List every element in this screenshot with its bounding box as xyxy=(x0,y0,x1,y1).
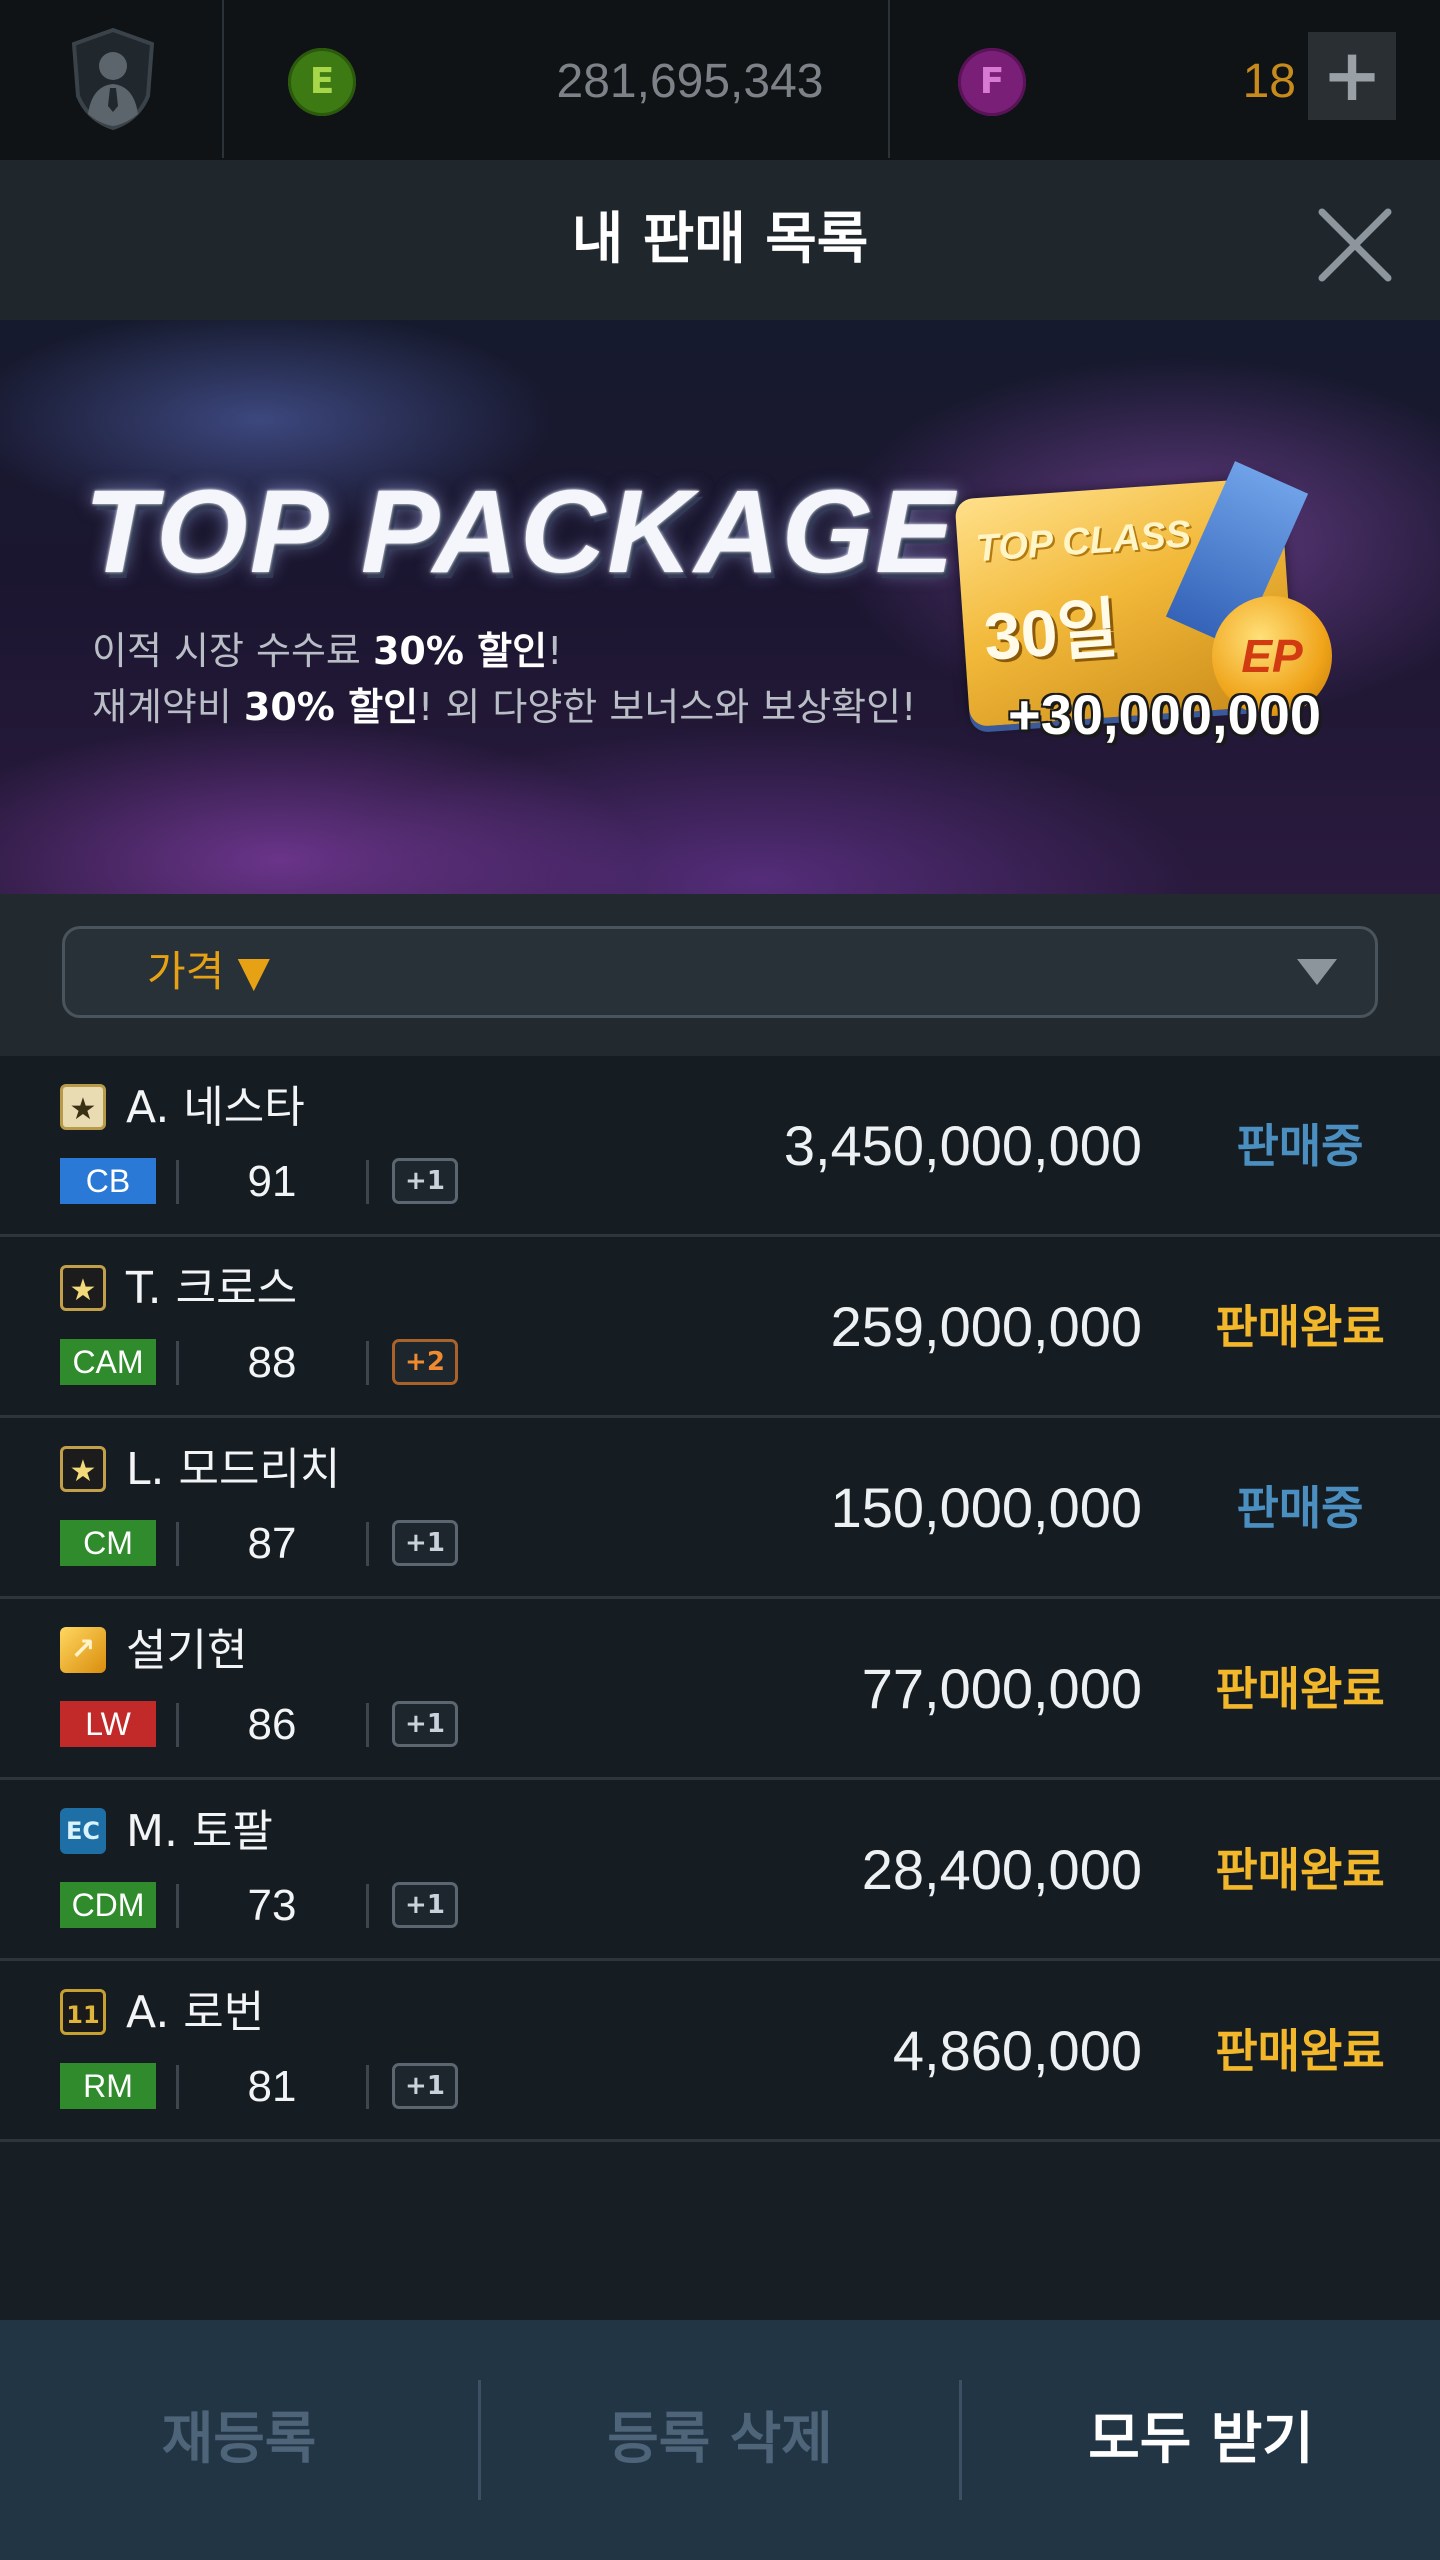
player-ovr: 86 xyxy=(247,1700,297,1749)
manager-silhouette-icon xyxy=(71,27,155,131)
player-ovr: 91 xyxy=(247,1157,297,1206)
season-11-grade-icon: 11 xyxy=(60,1989,106,2035)
sort-dropdown[interactable]: 가격 ▼ xyxy=(62,926,1378,1018)
status-badge: 판매완료 xyxy=(1215,1662,1385,1716)
title-bar: 내 판매 목록 xyxy=(0,160,1440,320)
enhance-level-badge: +1 xyxy=(392,1520,458,1566)
status-badge: 판매완료 xyxy=(1215,1300,1385,1354)
banner-title: TOP PACKAGE xyxy=(84,466,957,598)
position-badge: CB xyxy=(60,1158,156,1204)
player-name: 설기현 xyxy=(126,1625,248,1676)
position-badge: RM xyxy=(60,2063,156,2109)
enhance-level-badge: +1 xyxy=(392,1882,458,1928)
card-bonus-amount: +30,000,000 xyxy=(1008,683,1321,746)
star-grade-icon: ★ xyxy=(60,1446,106,1492)
banner-line-1: 이적 시장 수수료 30% 할인! xyxy=(92,629,563,673)
divider xyxy=(176,1341,179,1385)
list-item[interactable]: ★ T. 크로스 CAM 88 +2 259,000,000 판매완료 xyxy=(0,1237,1440,1418)
player-ovr: 88 xyxy=(247,1338,297,1387)
list-item[interactable]: ★ L. 모드리치 CM 87 +1 150,000,000 판매중 xyxy=(0,1418,1440,1599)
listing-price: 77,000,000 xyxy=(861,1657,1142,1720)
card-days: 30일 xyxy=(981,590,1121,674)
listing-price: 4,860,000 xyxy=(892,2019,1142,2082)
player-ovr: 87 xyxy=(247,1519,297,1568)
divider xyxy=(176,1522,179,1566)
action-bar: 재등록 등록 삭제 모두 받기 xyxy=(0,2320,1440,2560)
position-badge: CDM xyxy=(60,1882,156,1928)
profile-avatar-button[interactable] xyxy=(0,0,222,158)
close-icon[interactable] xyxy=(1310,200,1400,290)
divider xyxy=(176,1884,179,1928)
enhance-level-badge: +1 xyxy=(392,1701,458,1747)
top-package-banner[interactable]: TOP PACKAGE 이적 시장 수수료 30% 할인! 재계약비 30% 할… xyxy=(0,320,1440,894)
divider xyxy=(222,0,224,158)
fc-balance: 18 xyxy=(1242,55,1296,108)
status-badge: 판매중 xyxy=(1236,1119,1364,1173)
list-item[interactable]: EC M. 토팔 CDM 73 +1 28,400,000 판매완료 xyxy=(0,1780,1440,1961)
divider xyxy=(176,1703,179,1747)
player-ovr: 81 xyxy=(247,2062,297,2111)
relist-button[interactable]: 재등록 xyxy=(0,2320,478,2560)
listing-price: 3,450,000,000 xyxy=(783,1114,1142,1177)
list-item[interactable]: 11 A. 로번 RM 81 +1 4,860,000 판매완료 xyxy=(0,1961,1440,2142)
status-badge: 판매완료 xyxy=(1215,1843,1385,1897)
banner-line-2: 재계약비 30% 할인! 외 다양한 보너스와 보상확인! xyxy=(92,685,917,729)
player-name: A. 네스타 xyxy=(126,1082,305,1133)
ep-balance: 281,695,343 xyxy=(556,55,824,108)
divider xyxy=(176,2065,179,2109)
enhance-level-badge: +1 xyxy=(392,2063,458,2109)
list-item[interactable]: ★ A. 네스타 CB 91 +1 3,450,000,000 판매중 xyxy=(0,1056,1440,1237)
fc-coin-icon: F xyxy=(958,48,1026,116)
star-grade-icon: ★ xyxy=(60,1084,106,1130)
divider xyxy=(366,1703,369,1747)
list-item[interactable]: ↗ 설기현 LW 86 +1 77,000,000 판매완료 xyxy=(0,1599,1440,1780)
listing-price: 28,400,000 xyxy=(861,1838,1142,1901)
page-title: 내 판매 목록 xyxy=(571,207,869,272)
ep-coin-icon: E xyxy=(288,48,356,116)
divider xyxy=(366,2065,369,2109)
divider xyxy=(366,1341,369,1385)
receive-all-button[interactable]: 모두 받기 xyxy=(962,2320,1440,2560)
enhance-level-badge: +1 xyxy=(392,1158,458,1204)
status-badge: 판매완료 xyxy=(1215,2024,1385,2078)
status-badge: 판매중 xyxy=(1236,1481,1364,1535)
divider xyxy=(888,0,890,158)
currency-bar: E 281,695,343 F 18 + xyxy=(0,0,1440,162)
position-badge: CAM xyxy=(60,1339,156,1385)
player-name: L. 모드리치 xyxy=(126,1444,341,1495)
wing-grade-icon: ↗ xyxy=(60,1627,106,1673)
divider xyxy=(366,1884,369,1928)
ec-grade-icon: EC xyxy=(60,1808,106,1854)
divider xyxy=(176,1160,179,1204)
sort-label: 가격 ▼ xyxy=(147,947,270,996)
position-badge: CM xyxy=(60,1520,156,1566)
player-name: T. 크로스 xyxy=(126,1263,298,1314)
listing-price: 150,000,000 xyxy=(830,1476,1142,1539)
star-grade-icon: ★ xyxy=(60,1265,106,1311)
position-badge: LW xyxy=(60,1701,156,1747)
enhance-level-badge: +2 xyxy=(392,1339,458,1385)
divider xyxy=(366,1160,369,1204)
player-name: A. 로번 xyxy=(126,1987,265,2038)
card-title: TOP CLASS xyxy=(974,513,1193,571)
triangle-down-icon xyxy=(1297,959,1337,985)
add-currency-button[interactable]: + xyxy=(1308,32,1396,120)
delete-listing-button[interactable]: 등록 삭제 xyxy=(481,2320,959,2560)
divider xyxy=(366,1522,369,1566)
listing-price: 259,000,000 xyxy=(830,1295,1142,1358)
player-name: M. 토팔 xyxy=(126,1806,273,1857)
sale-list: ★ A. 네스타 CB 91 +1 3,450,000,000 판매중 ★ T.… xyxy=(0,1056,1440,2142)
player-ovr: 73 xyxy=(247,1881,297,1930)
